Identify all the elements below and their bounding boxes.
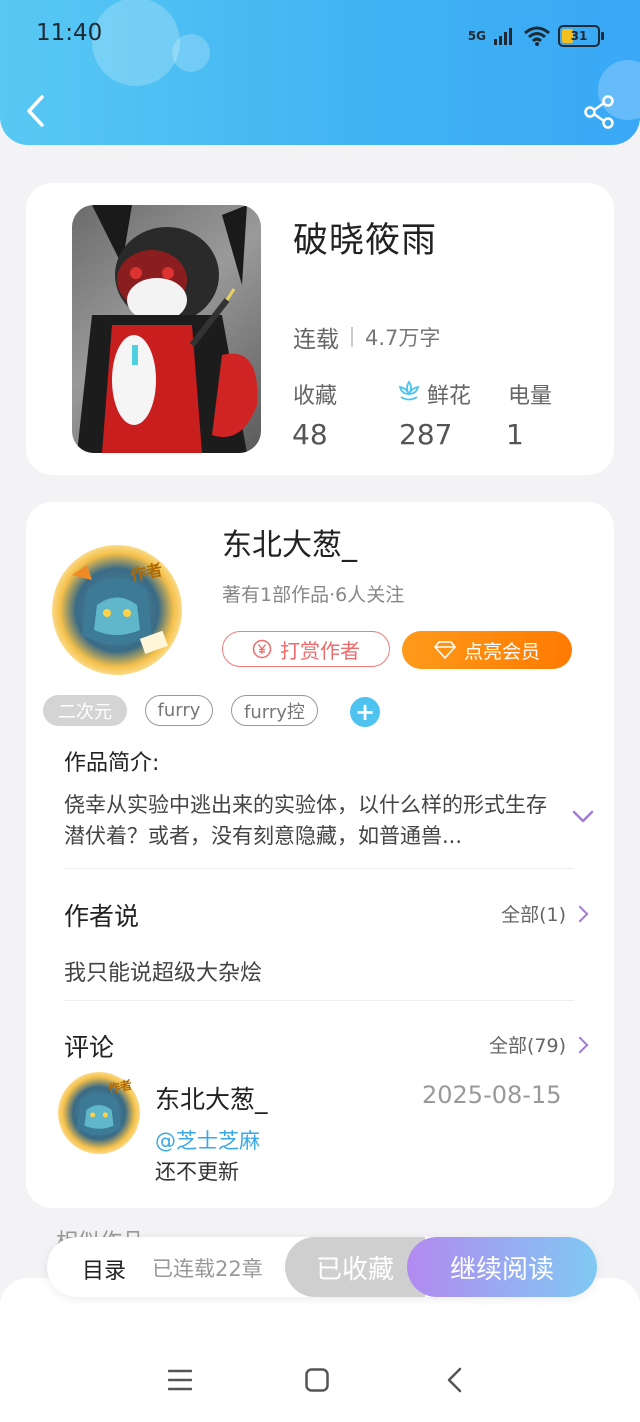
book-title: 破晓筱雨: [293, 221, 438, 261]
chapters-count: 已连载22章: [152, 1257, 263, 1281]
tip-author-label: 打赏作者: [280, 638, 360, 663]
comment-text: 还不更新: [155, 1160, 239, 1184]
status-icons: 5G 31: [467, 22, 604, 50]
share-icon[interactable]: [582, 95, 616, 129]
comments-more-label: 全部(79): [488, 1035, 566, 1057]
toc-button[interactable]: 目录: [82, 1253, 126, 1285]
stat-favorites-label: 收藏: [293, 384, 338, 409]
home-icon[interactable]: [305, 1368, 329, 1392]
author-says-more-label: 全部(1): [501, 904, 566, 926]
comment-user[interactable]: 东北大葱_: [155, 1080, 268, 1116]
continue-reading-button[interactable]: 继续阅读: [407, 1237, 597, 1297]
avatar-artwork: [72, 565, 168, 654]
chevron-right-icon: [571, 1036, 589, 1053]
word-count: 4.7万字: [365, 326, 441, 350]
comment-avatar[interactable]: 作者: [58, 1072, 140, 1154]
comment-date: 2025-08-15: [422, 1081, 562, 1109]
author-meta: 著有1部作品·6人关注: [222, 584, 405, 606]
divider: [64, 1000, 574, 1001]
tag-item[interactable]: furry: [145, 695, 213, 726]
vip-button[interactable]: 点亮会员: [402, 631, 572, 669]
decor-bubble: [92, 0, 180, 86]
tip-author-button[interactable]: 打赏作者: [222, 631, 390, 667]
add-tag-button[interactable]: +: [350, 697, 380, 727]
stat-power-label: 电量: [508, 384, 553, 409]
book-cover[interactable]: [72, 205, 261, 453]
divider: [351, 327, 353, 347]
stat-favorites-value: 48: [292, 418, 328, 451]
yen-coin-icon: [252, 639, 272, 659]
comment-mention[interactable]: @芝士芝麻: [155, 1125, 260, 1155]
author-says-title: 作者说: [64, 902, 140, 931]
intro-title: 作品简介:: [64, 751, 160, 776]
menu-icon[interactable]: [168, 1369, 192, 1391]
comments-title: 评论: [64, 1033, 115, 1062]
tag-item[interactable]: furry控: [231, 695, 318, 726]
battery-level: 31: [570, 29, 588, 43]
battery-icon: 31: [558, 25, 604, 47]
system-navigation-bar: [0, 1278, 640, 1422]
vip-label: 点亮会员: [463, 640, 540, 663]
wifi-icon: [524, 26, 550, 46]
author-says-more-link[interactable]: 全部(1): [501, 900, 589, 927]
favorited-button[interactable]: 已收藏: [285, 1237, 425, 1297]
tag-item[interactable]: 二次元: [43, 695, 127, 726]
back-nav-icon[interactable]: [446, 1367, 462, 1393]
author-avatar[interactable]: 作者: [52, 545, 182, 675]
back-icon[interactable]: [24, 94, 46, 128]
stat-flowers-label: 鲜花: [427, 384, 472, 409]
network-label: 5G: [467, 29, 486, 43]
stat-power-value: 1: [506, 418, 524, 451]
serial-status: 连载: [293, 327, 339, 353]
author-says-text: 我只能说超级大杂烩: [64, 961, 263, 986]
divider: [64, 868, 574, 869]
intro-text: 侥幸从实验中逃出来的实验体，以什么样的形式生存潜伏着？或者，没有刻意隐藏，如普通…: [64, 793, 547, 848]
cover-artwork: [77, 205, 258, 453]
expand-chevron-down-icon[interactable]: [572, 810, 594, 824]
stat-flowers-value: 287: [399, 418, 453, 451]
flower-icon: [398, 380, 420, 401]
book-status-row: 连载 4.7万字: [293, 320, 440, 354]
signal-icon: [494, 28, 512, 45]
chevron-right-icon: [571, 905, 589, 922]
status-time: 11:40: [36, 20, 103, 46]
comments-more-link[interactable]: 全部(79): [488, 1031, 589, 1058]
diamond-icon: [434, 641, 456, 659]
author-name[interactable]: 东北大葱_: [222, 520, 357, 564]
decor-bubble: [172, 34, 210, 72]
